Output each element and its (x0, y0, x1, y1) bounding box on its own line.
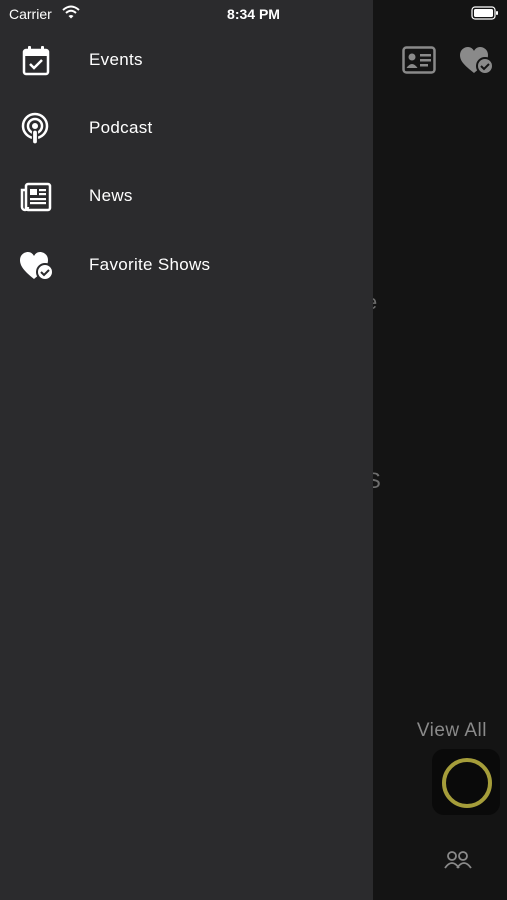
heart-check-icon (19, 249, 54, 283)
battery-icon (471, 6, 499, 25)
drawer-item-events[interactable]: Events (0, 30, 373, 90)
contact-card-icon[interactable] (402, 46, 436, 79)
carrier-label: Carrier (9, 6, 52, 22)
navigation-drawer: Events Podcast News Favorite Shows (0, 0, 373, 900)
app-logo-tile[interactable] (432, 749, 500, 815)
status-bar: Carrier 8:34 PM (0, 0, 507, 28)
drawer-item-favorite-shows[interactable]: Favorite Shows (0, 235, 373, 295)
view-all-link[interactable]: View All (417, 720, 487, 742)
drawer-item-podcast[interactable]: Podcast (0, 98, 373, 158)
ring-logo-icon (442, 758, 492, 808)
drawer-item-label: Favorite Shows (89, 255, 211, 274)
favorite-heart-check-icon[interactable] (459, 46, 495, 81)
podcast-icon (19, 112, 53, 146)
drawer-item-label: News (89, 186, 133, 205)
drawer-item-label: Events (89, 50, 143, 69)
people-icon[interactable] (443, 850, 473, 875)
drawer-item-news[interactable]: News (0, 166, 373, 226)
wifi-icon (62, 5, 80, 24)
drawer-item-label: Podcast (89, 118, 153, 137)
newspaper-icon (19, 180, 53, 214)
calendar-check-icon (19, 44, 53, 78)
